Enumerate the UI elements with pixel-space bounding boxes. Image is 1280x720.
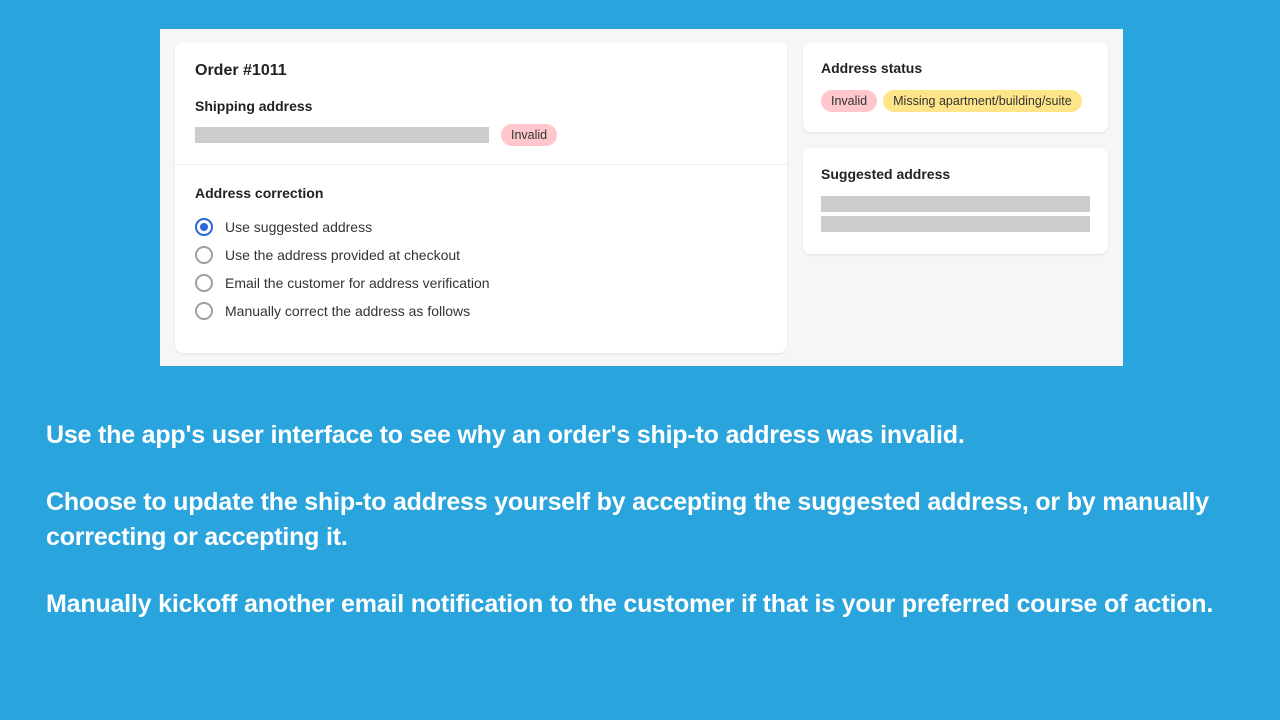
suggested-address-lines (821, 196, 1090, 232)
radio-icon (195, 274, 213, 292)
radio-icon (195, 218, 213, 236)
radio-label: Manually correct the address as follows (225, 303, 470, 319)
promo-line-2: Choose to update the ship-to address you… (46, 485, 1234, 555)
order-title: Order #1011 (195, 62, 767, 80)
suggested-address-heading: Suggested address (821, 166, 1090, 182)
radio-use-checkout-address[interactable]: Use the address provided at checkout (195, 241, 767, 269)
radio-icon (195, 302, 213, 320)
address-correction-heading: Address correction (195, 185, 767, 201)
address-correction-section: Address correction Use suggested address… (175, 165, 787, 345)
order-header-section: Order #1011 Shipping address Invalid (175, 42, 787, 165)
address-status-heading: Address status (821, 60, 1090, 76)
shipping-address-label: Shipping address (195, 98, 767, 114)
order-card: Order #1011 Shipping address Invalid Add… (175, 42, 787, 353)
radio-use-suggested[interactable]: Use suggested address (195, 213, 767, 241)
invalid-badge: Invalid (501, 124, 557, 146)
address-status-card: Address status Invalid Missing apartment/… (803, 42, 1108, 132)
suggested-address-redacted (821, 216, 1090, 232)
radio-manual-correct[interactable]: Manually correct the address as follows (195, 297, 767, 325)
status-badges: Invalid Missing apartment/building/suite (821, 90, 1090, 112)
radio-label: Use the address provided at checkout (225, 247, 460, 263)
radio-email-customer[interactable]: Email the customer for address verificat… (195, 269, 767, 297)
radio-icon (195, 246, 213, 264)
right-column: Address status Invalid Missing apartment/… (803, 42, 1108, 353)
suggested-address-redacted (821, 196, 1090, 212)
app-panel: Order #1011 Shipping address Invalid Add… (160, 29, 1123, 366)
shipping-address-redacted (195, 127, 489, 143)
shipping-address-line: Invalid (195, 124, 767, 146)
radio-label: Email the customer for address verificat… (225, 275, 490, 291)
promo-line-1: Use the app's user interface to see why … (46, 418, 1234, 453)
status-badge-invalid: Invalid (821, 90, 877, 112)
radio-label: Use suggested address (225, 219, 372, 235)
promo-text: Use the app's user interface to see why … (46, 418, 1234, 654)
promo-line-3: Manually kickoff another email notificat… (46, 587, 1234, 622)
status-badge-missing-apt: Missing apartment/building/suite (883, 90, 1082, 112)
suggested-address-card: Suggested address (803, 148, 1108, 254)
